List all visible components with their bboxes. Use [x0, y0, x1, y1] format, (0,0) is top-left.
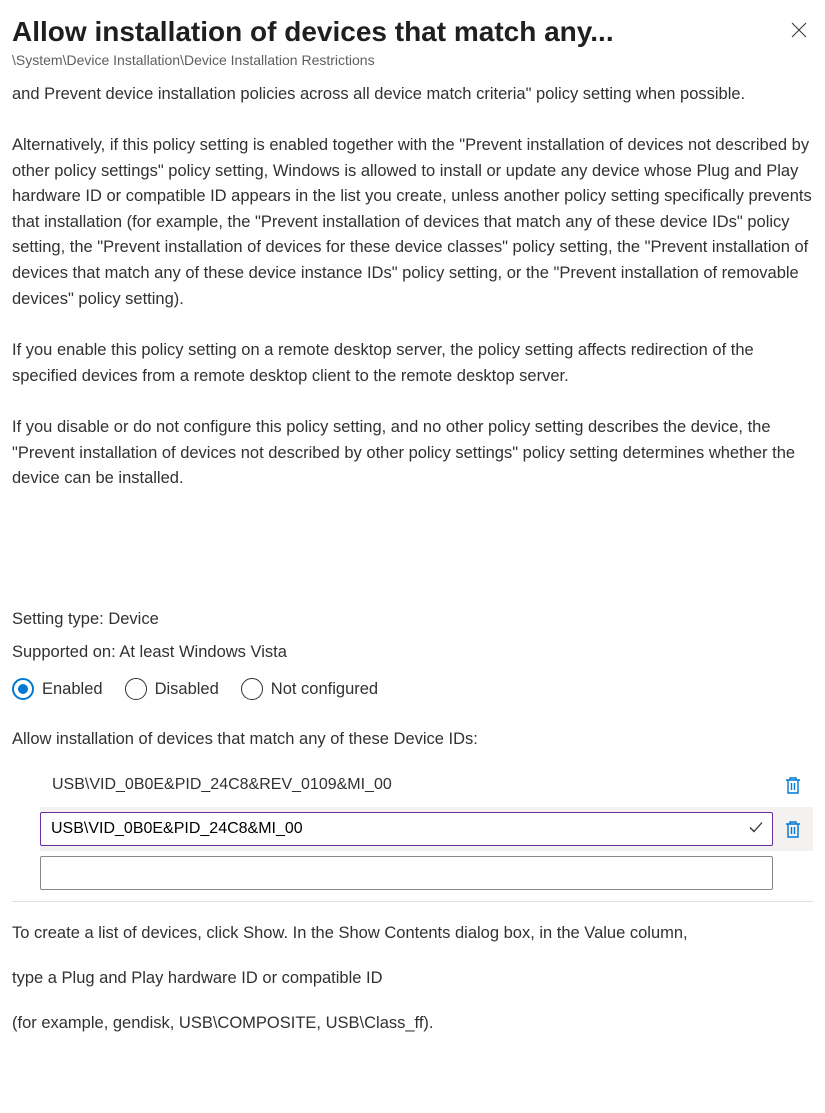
- description-paragraph: If you disable or do not configure this …: [12, 415, 813, 492]
- description-scroll-area[interactable]: target Windows 10 versions. It is recomm…: [12, 78, 813, 596]
- radio-enabled[interactable]: Enabled: [12, 678, 103, 700]
- device-id-list: USB\VID_0B0E&PID_24C8&REV_0109&MI_00: [12, 763, 813, 895]
- checkmark-icon: [747, 819, 765, 837]
- device-id-row: [40, 807, 813, 851]
- radio-label: Not configured: [271, 680, 378, 699]
- device-id-input-empty[interactable]: [40, 856, 773, 890]
- delete-row-button[interactable]: [773, 819, 813, 839]
- radio-disabled[interactable]: Disabled: [125, 678, 219, 700]
- device-id-input[interactable]: [40, 812, 773, 846]
- radio-icon: [125, 678, 147, 700]
- setting-type: Setting type: Device: [12, 610, 813, 629]
- policy-settings-panel: Allow installation of devices that match…: [0, 0, 825, 1033]
- page-title: Allow installation of devices that match…: [12, 10, 773, 48]
- close-button[interactable]: [787, 18, 811, 42]
- supported-on: Supported on: At least Windows Vista: [12, 643, 813, 662]
- description-paragraph: target Windows 10 versions. It is recomm…: [12, 78, 813, 107]
- description-paragraph: Alternatively, if this policy setting is…: [12, 133, 813, 312]
- breadcrumb: \System\Device Installation\Device Insta…: [12, 52, 813, 68]
- help-text: To create a list of devices, click Show.…: [12, 924, 813, 943]
- radio-icon: [12, 678, 34, 700]
- state-radio-group: Enabled Disabled Not configured: [12, 678, 813, 700]
- help-text: (for example, gendisk, USB\COMPOSITE, US…: [12, 1014, 813, 1033]
- device-id-value[interactable]: USB\VID_0B0E&PID_24C8&REV_0109&MI_00: [40, 776, 773, 794]
- trash-icon: [784, 819, 802, 839]
- radio-label: Enabled: [42, 680, 103, 699]
- radio-not-configured[interactable]: Not configured: [241, 678, 378, 700]
- divider: [12, 901, 813, 902]
- device-id-list-label: Allow installation of devices that match…: [12, 730, 813, 749]
- device-id-row: USB\VID_0B0E&PID_24C8&REV_0109&MI_00: [40, 763, 813, 807]
- help-text: type a Plug and Play hardware ID or comp…: [12, 969, 813, 988]
- delete-row-button[interactable]: [773, 775, 813, 795]
- radio-icon: [241, 678, 263, 700]
- close-icon: [791, 22, 807, 38]
- device-id-row: [40, 851, 813, 895]
- trash-icon: [784, 775, 802, 795]
- description-paragraph: If you enable this policy setting on a r…: [12, 338, 813, 389]
- radio-label: Disabled: [155, 680, 219, 699]
- confirm-button[interactable]: [747, 819, 765, 840]
